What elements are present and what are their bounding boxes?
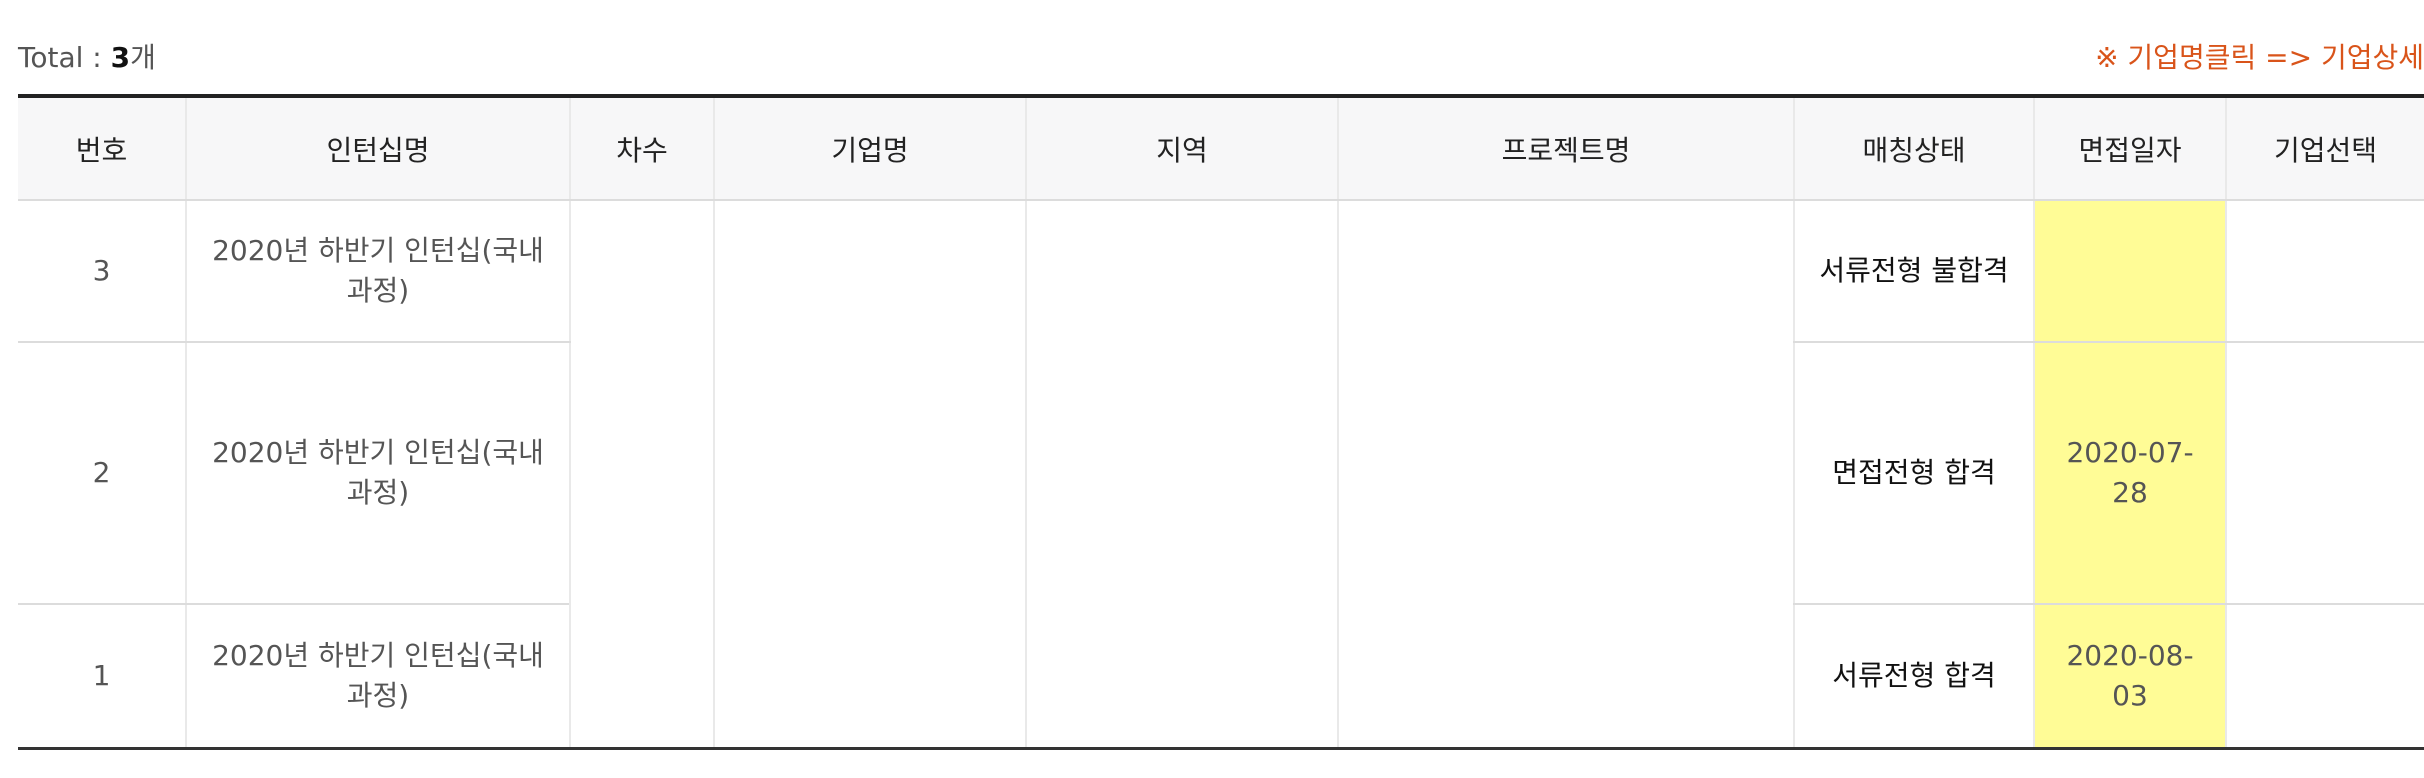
cell-project-name-empty [1337,200,1794,750]
cell-number: 2 [18,342,186,605]
internship-matching-table-container: 번호 인턴십명 차수 기업명 지역 프로젝트명 매칭상태 면접일자 기업선택 3… [18,94,2424,750]
header-internship-name: 인턴십명 [185,94,570,201]
cell-interview-date: 2020-08-03 [2033,604,2226,750]
header-company-name: 기업명 [713,94,1026,201]
cell-round-empty [569,200,714,750]
header-interview-date: 면접일자 [2033,94,2226,201]
total-label: Total : [18,41,111,74]
header-round: 차수 [569,94,714,201]
table-row: 3 2020년 하반기 인턴십(국내과정) 서류전형 불합격 [18,200,2424,750]
cell-interview-date: 2020-07-28 [2033,342,2226,605]
cell-matching-status: 면접전형 합격 [1793,342,2034,605]
cell-region-empty [1025,200,1338,750]
header-region: 지역 [1025,94,1338,201]
list-summary-bar: Total : 3개 ※ 기업명클릭 => 기업상세 [18,28,2424,84]
cell-internship-name: 2020년 하반기 인턴십(국내과정) [185,604,570,750]
header-matching-status: 매칭상태 [1793,94,2034,201]
total-unit: 개 [130,41,156,74]
cell-matching-status: 서류전형 불합격 [1793,200,2034,343]
cell-company-select-empty[interactable] [2225,342,2424,605]
header-number: 번호 [18,94,186,201]
total-count-label: Total : 3개 [18,36,156,76]
total-count: 3 [110,41,131,74]
header-company-select: 기업선택 [2225,94,2424,201]
cell-internship-name: 2020년 하반기 인턴십(국내과정) [185,200,570,343]
cell-company-select-empty[interactable] [2225,200,2424,343]
header-project-name: 프로젝트명 [1337,94,1794,201]
cell-company-select-empty[interactable] [2225,604,2424,750]
cell-matching-status: 서류전형 합격 [1793,604,2034,750]
internship-matching-table: 번호 인턴십명 차수 기업명 지역 프로젝트명 매칭상태 면접일자 기업선택 3… [18,94,2424,750]
cell-internship-name: 2020년 하반기 인턴십(국내과정) [185,342,570,605]
cell-number: 3 [18,200,186,343]
table-header-row: 번호 인턴십명 차수 기업명 지역 프로젝트명 매칭상태 면접일자 기업선택 [18,94,2424,201]
company-click-notice: ※ 기업명클릭 => 기업상세 [2095,41,2424,74]
cell-number: 1 [18,604,186,750]
cell-company-name-empty[interactable] [713,200,1026,750]
cell-interview-date [2033,200,2226,343]
